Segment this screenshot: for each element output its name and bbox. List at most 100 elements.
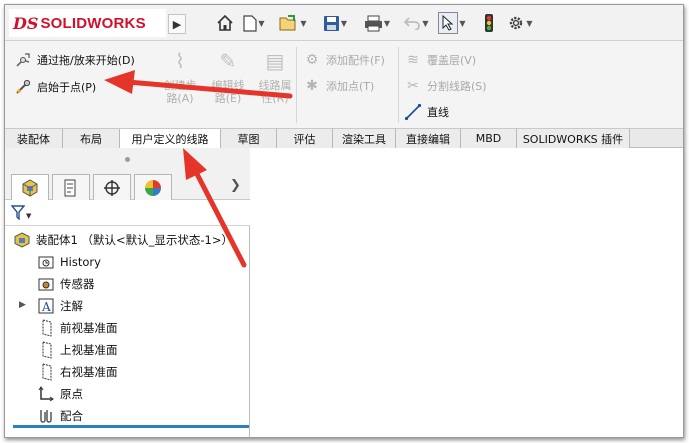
home-button[interactable] (213, 11, 237, 35)
open-icon (279, 15, 296, 31)
undo-icon (404, 17, 421, 30)
start-at-point-button[interactable]: 启始于点(P) (14, 78, 96, 96)
tab-label: 装配体 (17, 132, 50, 146)
add-point-label: 添加点(T) (326, 80, 375, 93)
tree-item-front-plane[interactable]: 前视基准面 (37, 317, 118, 339)
rebuild-traffic-light-icon (485, 14, 493, 32)
line-icon (404, 103, 422, 121)
propertymanager-tab-icon (64, 179, 76, 196)
graphics-area[interactable] (251, 148, 683, 437)
solidworks-logo[interactable]: DS SOLIDWORKS (9, 9, 166, 37)
tab-label: 直接编辑 (406, 132, 450, 146)
select-icon (442, 15, 454, 31)
ribbon-separator (398, 47, 399, 123)
tree-item-origin[interactable]: 原点 (37, 383, 83, 405)
tab-layout[interactable]: 布局 (63, 129, 120, 148)
start-point-icon (14, 78, 32, 96)
cover-layer-icon: ≋ (407, 52, 419, 68)
history-folder-icon (37, 253, 55, 271)
tree-item-right-plane[interactable]: 右视基准面 (37, 361, 118, 383)
tab-user-defined-route[interactable]: 用户定义的线路 (120, 129, 221, 148)
tree-root[interactable]: 装配体1 （默认<默认_显示状态-1>） (13, 229, 233, 251)
expand-caret-icon[interactable]: ▶ (19, 300, 26, 310)
featuremanager-tab[interactable] (11, 174, 49, 201)
tree-item-label: 传感器 (60, 277, 95, 291)
manager-tabs: ❯ (5, 170, 250, 201)
edit-route-button[interactable]: ✎ 编辑线 路(E) (207, 51, 249, 105)
propertymanager-tab[interactable] (52, 174, 90, 200)
filter-icon (11, 205, 25, 220)
drag-start-button[interactable]: 通过拖/放来开始(D) (14, 51, 135, 69)
tab-render-tools[interactable]: 渲染工具 (333, 129, 396, 148)
tree-item-history[interactable]: History (37, 251, 101, 273)
line-button[interactable]: 直线 (404, 103, 449, 121)
home-icon (217, 14, 233, 31)
save-button[interactable]: ▼ (319, 11, 351, 35)
route-properties-button[interactable]: ▤ 线路属 性(R) (254, 49, 296, 105)
menu-expand-button[interactable]: ▶ (168, 14, 186, 34)
save-icon (323, 15, 339, 31)
rebuild-button[interactable] (479, 11, 499, 35)
drag-route-icon (14, 51, 32, 69)
tab-solidworks-addins[interactable]: SOLIDWORKS 插件 (517, 129, 630, 148)
panel-scroll-indicator (13, 425, 249, 428)
configurationmanager-tab[interactable] (93, 174, 131, 200)
tree-item-label: 配合 (60, 409, 83, 423)
new-button[interactable]: ▼ (239, 11, 269, 35)
assembly-icon (13, 231, 31, 249)
cover-layer-button[interactable]: ≋ 覆盖层(V) (404, 51, 476, 69)
annotation-icon: A (37, 297, 55, 315)
tree-item-annotations[interactable]: A 注解 (37, 295, 83, 317)
options-button[interactable]: ▼ (503, 11, 537, 35)
start-at-point-label: 启始于点(P) (37, 81, 97, 94)
tree-item-label: 前视基准面 (60, 321, 118, 335)
chevron-right-icon[interactable]: ❯ (230, 178, 241, 193)
add-fitting-button[interactable]: ⚙ 添加配件(F) (303, 51, 385, 69)
new-document-icon (243, 14, 258, 32)
tree-root-label: 装配体1 （默认<默认_显示状态-1>） (36, 233, 233, 247)
tree-item-label: History (60, 255, 101, 269)
appearance-tab[interactable] (134, 174, 172, 200)
print-button[interactable]: ▼ (361, 11, 393, 35)
drag-start-label: 通过拖/放来开始(D) (37, 54, 135, 67)
undo-button[interactable]: ▼ (401, 11, 431, 35)
route-icon: ⌇ (175, 49, 185, 73)
open-button[interactable]: ▼ (277, 11, 309, 35)
tab-label: MBD (475, 132, 502, 145)
cover-layer-label: 覆盖层(V) (427, 54, 477, 67)
tab-mbd[interactable]: MBD (461, 129, 517, 148)
logo-text: SOLIDWORKS (40, 14, 146, 32)
ribbon-separator (296, 47, 297, 123)
title-bar: DS SOLIDWORKS ▶ ▼ ▼ ▼ ▼ ▼ ▼ ▼ (5, 5, 683, 41)
plane-icon (37, 319, 55, 337)
tab-label: 评估 (293, 132, 316, 146)
tree-item-sensors[interactable]: 传感器 (37, 273, 95, 295)
command-manager-tabs: 装配体 布局 用户定义的线路 草图 评估 渲染工具 直接编辑 MBD SOLID… (5, 128, 683, 148)
print-icon (364, 15, 382, 31)
tree-item-label: 原点 (60, 387, 83, 401)
command-manager: 通过拖/放来开始(D) 启始于点(P) ⌇ 创建步 路(A) ✎ 编辑线 路(E… (5, 41, 683, 128)
tree-item-mates[interactable]: 配合 (37, 405, 83, 427)
options-gear-icon (510, 16, 523, 30)
panel-grip[interactable] (5, 148, 250, 170)
tree-item-top-plane[interactable]: 上视基准面 (37, 339, 118, 361)
line-label: 直线 (427, 106, 449, 119)
tab-assembly[interactable]: 装配体 (5, 129, 63, 148)
select-button[interactable]: ▼ (437, 11, 467, 35)
tab-direct-editing[interactable]: 直接编辑 (396, 129, 461, 148)
tab-label: 布局 (80, 132, 102, 146)
mates-icon (37, 407, 55, 425)
create-route-button[interactable]: ⌇ 创建步 路(A) (159, 49, 201, 105)
edit-route-label: 编辑线 路(E) (211, 79, 245, 105)
split-route-icon: ✂ (407, 78, 419, 94)
tree-filter[interactable]: ▼ (5, 200, 250, 226)
split-route-button[interactable]: ✂ 分割线路(S) (404, 77, 486, 95)
route-properties-icon: ▤ (265, 49, 285, 73)
fitting-icon: ⚙ (305, 52, 319, 68)
plane-icon (37, 363, 55, 381)
add-point-button[interactable]: ✱ 添加点(T) (303, 77, 374, 95)
add-fitting-label: 添加配件(F) (326, 54, 385, 67)
triangle-right-icon: ▶ (172, 17, 182, 31)
tab-evaluate[interactable]: 评估 (277, 129, 333, 148)
tab-sketch[interactable]: 草图 (221, 129, 277, 148)
